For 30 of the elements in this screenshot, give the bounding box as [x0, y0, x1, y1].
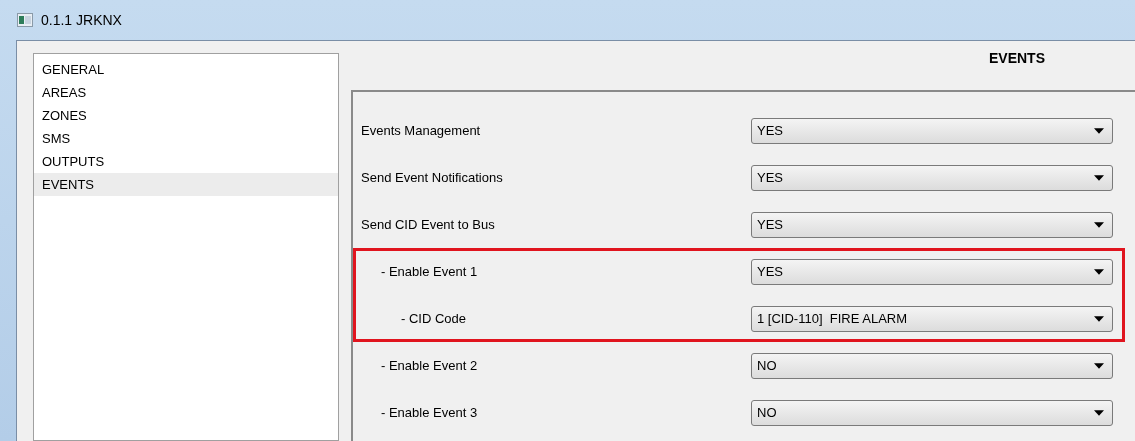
parameter-label: - Enable Event 2	[381, 358, 478, 373]
app-icon	[17, 13, 33, 27]
caret-icon	[1094, 268, 1104, 275]
parameter-label: - CID Code	[401, 311, 467, 326]
window-title: 0.1.1 JRKNX	[41, 12, 122, 28]
parameter-label: Events Management	[361, 123, 481, 138]
parameter-label: - Enable Event 3	[381, 405, 478, 420]
parameter-label: - Enable Event 1	[381, 264, 478, 279]
panel-heading: EVENTS	[989, 50, 1045, 66]
caret-icon	[1094, 221, 1104, 228]
dropdown[interactable]: NO	[751, 352, 1113, 379]
sidebar-item[interactable]: OUTPUTS	[34, 150, 338, 173]
parameter-label: Send CID Event to Bus	[361, 217, 495, 232]
caret-icon	[1094, 409, 1104, 416]
sidebar-item[interactable]: AREAS	[34, 81, 338, 104]
dropdown[interactable]: 1 [CID-110] FIRE ALARM	[751, 305, 1113, 332]
caret-icon	[1094, 315, 1104, 322]
caret-icon	[1094, 362, 1104, 369]
dropdown[interactable]: NO	[751, 399, 1113, 426]
dropdown[interactable]: YES	[751, 164, 1113, 191]
dropdown[interactable]: YES	[751, 211, 1113, 238]
caret-icon	[1094, 127, 1104, 134]
dropdown[interactable]: YES	[751, 258, 1113, 285]
parameter-label: Send Event Notifications	[361, 170, 503, 185]
sidebar-item[interactable]: SMS	[34, 127, 338, 150]
sidebar-item[interactable]: ZONES	[34, 104, 338, 127]
sidebar-item[interactable]: EVENTS	[34, 173, 338, 196]
dropdown[interactable]: YES	[751, 117, 1113, 144]
caret-icon	[1094, 174, 1104, 181]
sidebar-item[interactable]: GENERAL	[34, 58, 338, 81]
